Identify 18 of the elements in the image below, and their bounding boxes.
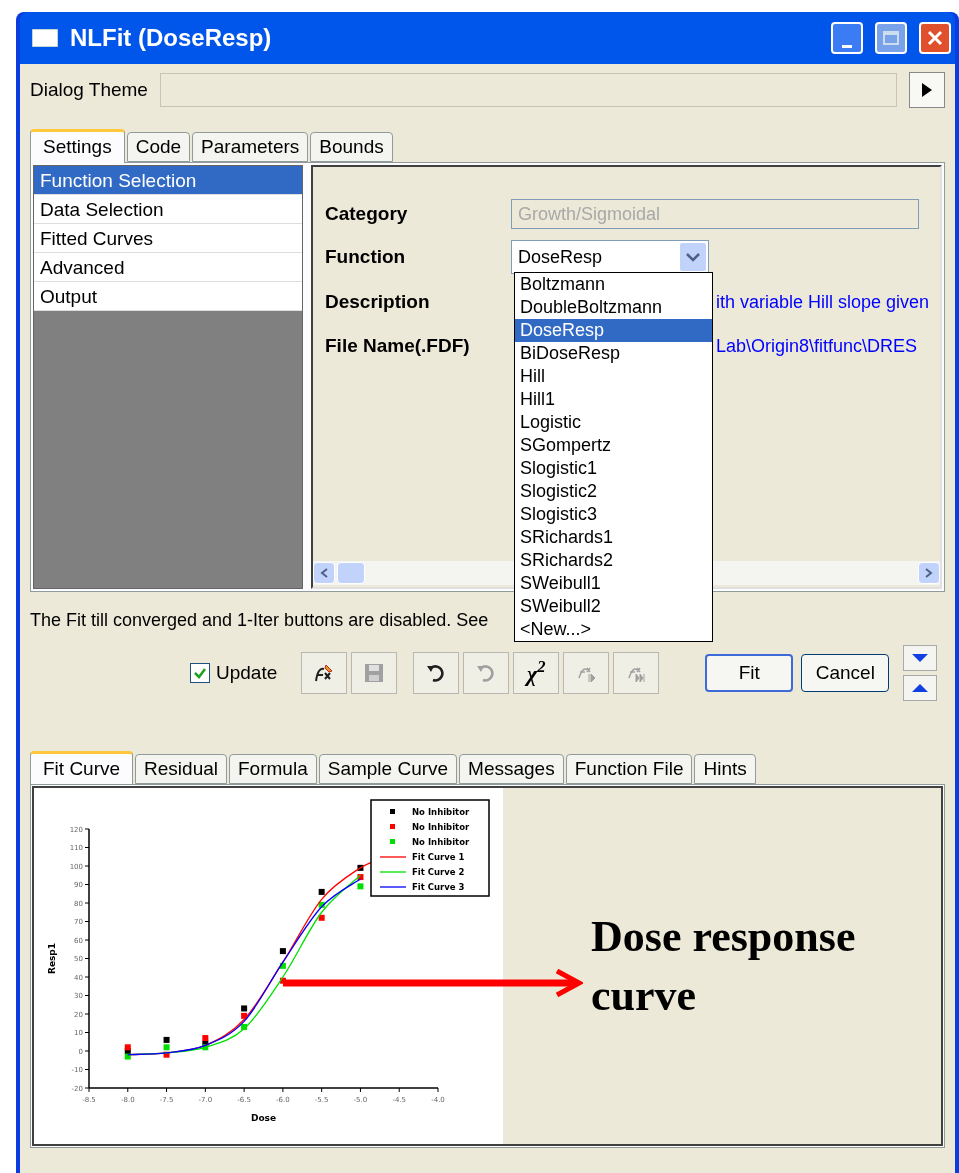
description-label: Description — [325, 289, 431, 314]
legend-label: No Inhibitor — [412, 807, 470, 817]
dialog-theme-label: Dialog Theme — [30, 77, 148, 102]
window-title: NLFit (DoseResp) — [70, 23, 273, 53]
description-text: ith variable Hill slope given — [716, 290, 930, 314]
legend-label: Fit Curve 3 — [412, 882, 465, 892]
legend-label: Fit Curve 2 — [412, 867, 465, 877]
annotation-text: Dose response curve — [591, 910, 857, 1022]
x-axis-title: Dose — [250, 1113, 277, 1123]
file-name-text: Lab\Origin8\fitfunc\DRES — [716, 334, 918, 358]
y-axis-title: Resp1 — [47, 942, 57, 975]
legend-label: Fit Curve 1 — [412, 852, 465, 862]
legend-label: No Inhibitor — [412, 822, 470, 832]
legend-label: No Inhibitor — [412, 837, 470, 847]
status-message: The Fit till converged and 1-Iter buttons are disabled. See — [30, 608, 489, 632]
category-label: Category — [325, 201, 409, 226]
function-label: Function — [325, 244, 407, 269]
file-name-label: File Name(.FDF) — [325, 333, 471, 358]
